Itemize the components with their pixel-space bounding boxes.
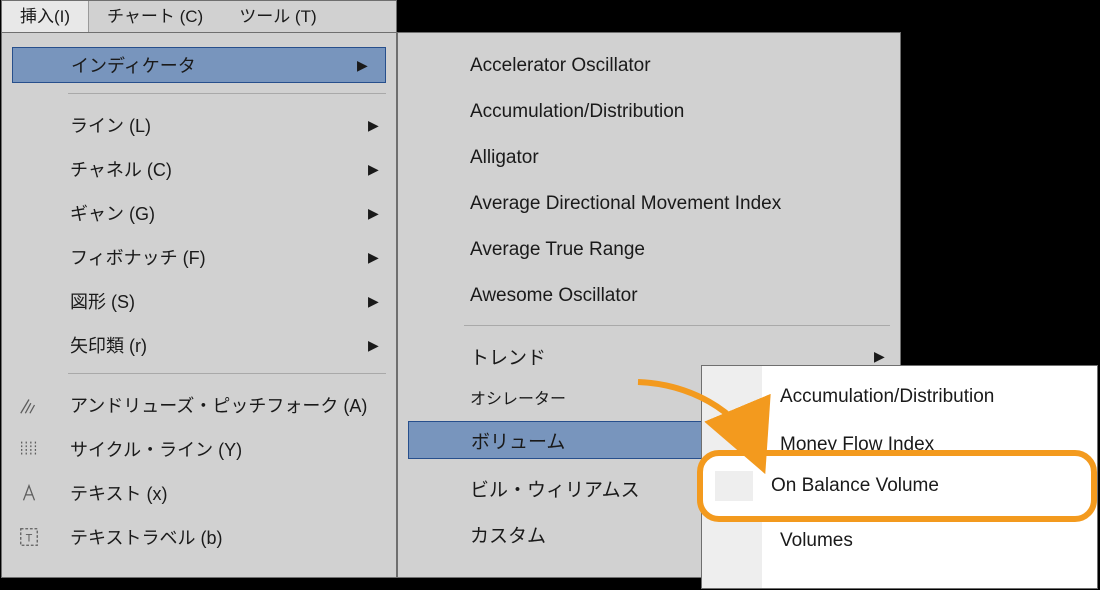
menu-item-label: Average Directional Movement Index (460, 193, 900, 215)
menu-item-alligator[interactable]: Alligator (398, 135, 900, 181)
menu-item-adx[interactable]: Average Directional Movement Index (398, 181, 900, 227)
menubar-tab-label: ツール (T) (239, 7, 316, 26)
menu-separator (464, 325, 890, 326)
menu-item-indicators[interactable]: インディケータ ▶ (12, 47, 386, 83)
submenu-arrow-icon: ▶ (368, 249, 396, 266)
menu-item-label: Accumulation/Distribution (460, 101, 900, 123)
menubar: 挿入(I) チャート (C) ツール (T) (1, 0, 397, 33)
submenu-arrow-icon: ▶ (874, 348, 900, 365)
menubar-tab-chart[interactable]: チャート (C) (89, 1, 221, 32)
menu-item-awesome-oscillator[interactable]: Awesome Oscillator (398, 273, 900, 319)
menu-item-label: インディケータ (57, 52, 357, 78)
menu-item-label: ライン (L) (56, 112, 368, 138)
menu-item-accumulation-distribution[interactable]: Accumulation/Distribution (398, 89, 900, 135)
menu-item-line[interactable]: ライン (L) ▶ (2, 103, 396, 147)
menu-item-label: Accumulation/Distribution (762, 386, 1097, 408)
cycle-lines-icon (2, 438, 56, 460)
menu-item-label: ギャン (G) (56, 200, 368, 226)
submenu-arrow-icon: ▶ (368, 117, 396, 134)
text-icon (2, 482, 56, 504)
menu-item-label: サイクル・ライン (Y) (56, 436, 396, 462)
menu-item-label: チャネル (C) (56, 156, 368, 182)
menu-item-label: テキスト (x) (56, 480, 396, 506)
submenu-arrow-icon: ▶ (368, 293, 396, 310)
submenu-arrow-icon: ▶ (357, 57, 385, 74)
menu-item-cycle-lines[interactable]: サイクル・ライン (Y) (2, 427, 396, 471)
menu-item-text[interactable]: テキスト (x) (2, 471, 396, 515)
menu-item-label: アンドリューズ・ピッチフォーク (A) (56, 392, 396, 418)
menu-item-channel[interactable]: チャネル (C) ▶ (2, 147, 396, 191)
submenu-arrow-icon: ▶ (368, 337, 396, 354)
highlight-label: On Balance Volume (771, 475, 939, 497)
menu-item-label: Alligator (460, 147, 900, 169)
menubar-tab-label: 挿入(I) (20, 7, 70, 26)
menu-item-label: Volumes (762, 530, 1097, 552)
menu-item-arrows[interactable]: 矢印類 (r) ▶ (2, 323, 396, 367)
menu-separator (68, 373, 386, 374)
menubar-tab-insert[interactable]: 挿入(I) (2, 1, 89, 32)
insert-menu: インディケータ ▶ ライン (L) ▶ チャネル (C) ▶ ギャン (G) ▶… (1, 32, 397, 578)
submenu-arrow-icon: ▶ (368, 161, 396, 178)
menu-item-label: Average True Range (460, 239, 900, 261)
menu-item-label: Accelerator Oscillator (460, 55, 900, 77)
menu-item-fibonacci[interactable]: フィボナッチ (F) ▶ (2, 235, 396, 279)
menu-item-vol-volumes[interactable]: Volumes (702, 518, 1097, 564)
menu-item-text-label[interactable]: T テキストラベル (b) (2, 515, 396, 559)
svg-text:T: T (26, 533, 33, 545)
menu-item-label: Awesome Oscillator (460, 285, 900, 307)
menu-item-atr[interactable]: Average True Range (398, 227, 900, 273)
menubar-tab-label: チャート (C) (107, 7, 203, 26)
menu-item-accelerator-oscillator[interactable]: Accelerator Oscillator (398, 43, 900, 89)
menubar-tab-tools[interactable]: ツール (T) (221, 1, 334, 32)
menu-item-shapes[interactable]: 図形 (S) ▶ (2, 279, 396, 323)
menu-separator (68, 93, 386, 94)
submenu-arrow-icon: ▶ (368, 205, 396, 222)
menu-item-vol-accdist[interactable]: Accumulation/Distribution (702, 374, 1097, 420)
menu-item-label: テキストラベル (b) (56, 524, 396, 550)
menu-item-andrews-pitchfork[interactable]: アンドリューズ・ピッチフォーク (A) (2, 383, 396, 427)
pitchfork-icon (2, 394, 56, 416)
menu-item-gann[interactable]: ギャン (G) ▶ (2, 191, 396, 235)
text-label-icon: T (2, 526, 56, 548)
menu-item-label: フィボナッチ (F) (56, 244, 368, 270)
menu-item-label: 図形 (S) (56, 288, 368, 314)
menu-item-label: 矢印類 (r) (56, 332, 368, 358)
highlight-swatch (715, 471, 753, 501)
highlight-callout-content: On Balance Volume (697, 450, 1097, 522)
